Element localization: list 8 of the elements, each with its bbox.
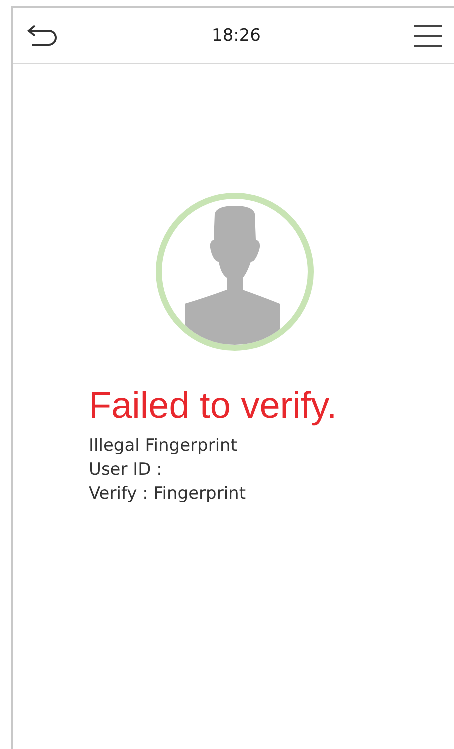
result-title: Failed to verify.	[89, 384, 338, 428]
user-avatar-icon	[154, 192, 314, 352]
menu-icon[interactable]	[414, 24, 442, 48]
result-detail: Verify : Fingerprint	[89, 483, 247, 506]
result-detail: Illegal Fingerprint	[89, 435, 238, 458]
back-icon[interactable]	[27, 22, 59, 48]
clock-time: 18:26	[212, 26, 261, 46]
result-detail: User ID :	[89, 459, 164, 482]
